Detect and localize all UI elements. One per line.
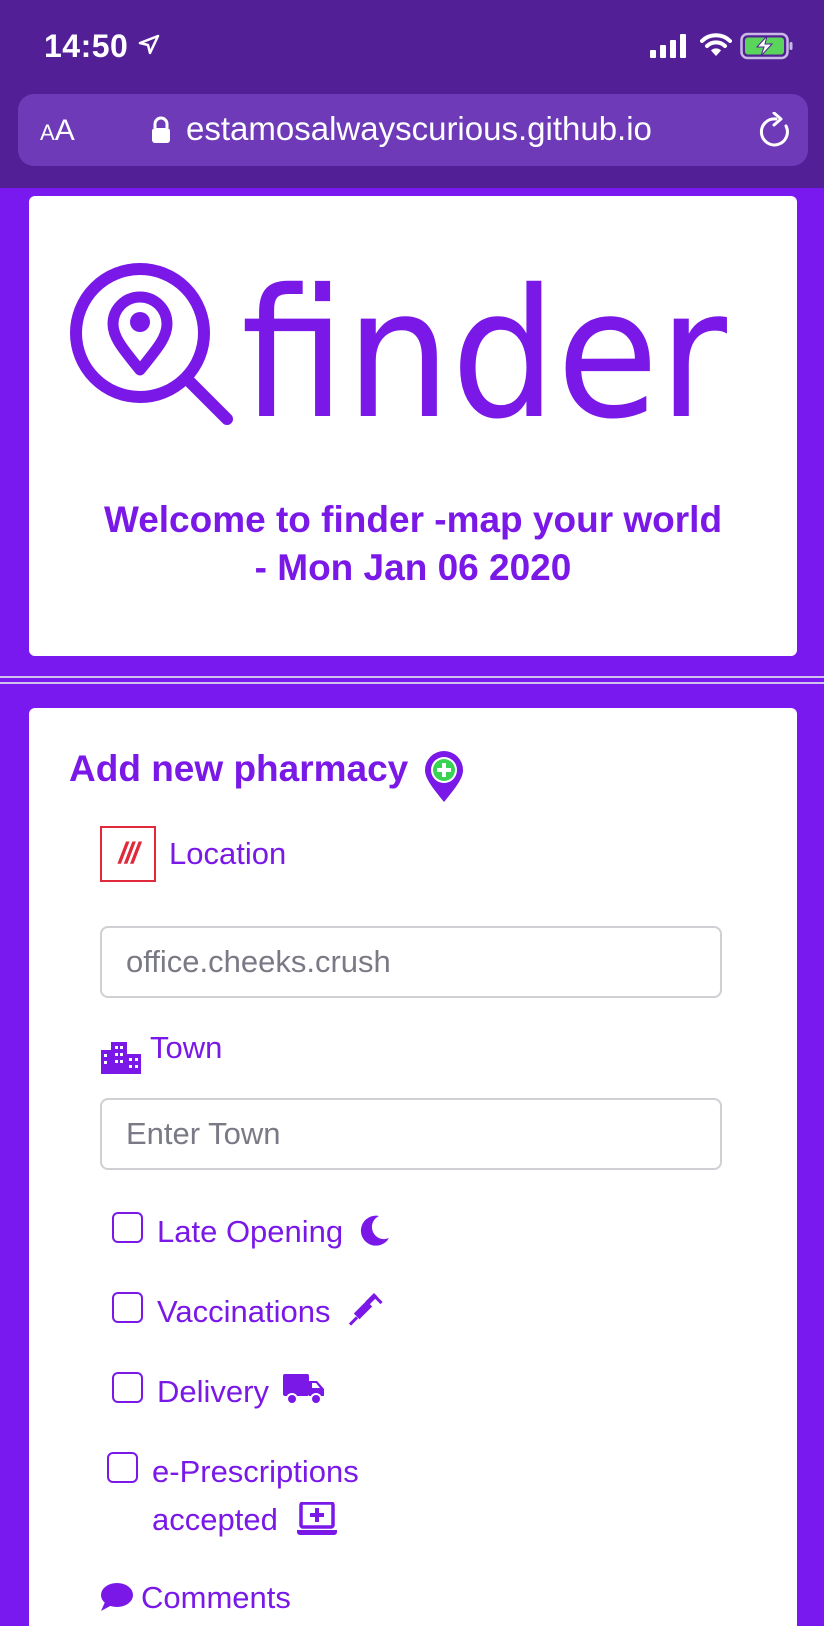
header-card: finder Welcome to finder -map your world…: [29, 196, 797, 656]
truck-icon: [283, 1374, 324, 1405]
town-label: Town: [150, 1030, 223, 1065]
form-title: Add new pharmacy: [69, 748, 409, 789]
welcome-line-2: - Mon Jan 06 2020: [254, 547, 572, 588]
address-bar[interactable]: AA estamosalwayscurious.github.io: [18, 94, 808, 166]
svg-text:finder: finder: [241, 262, 728, 442]
finder-logo: finder: [70, 262, 728, 442]
add-location-pin-icon: [425, 751, 463, 802]
comments-label: Comments: [141, 1580, 291, 1615]
e-prescriptions-label-line1: e-Prescriptions: [152, 1454, 359, 1489]
location-input[interactable]: [100, 926, 722, 998]
delivery-label: Delivery: [157, 1374, 269, 1409]
late-opening-checkbox[interactable]: [112, 1212, 143, 1243]
moon-icon: [360, 1215, 389, 1246]
comment-icon: [101, 1583, 133, 1611]
location-magnifier-icon: [70, 263, 233, 425]
text-size-button[interactable]: AA: [40, 114, 75, 148]
vaccinations-label: Vaccinations: [157, 1294, 331, 1329]
reload-icon[interactable]: [758, 112, 794, 150]
status-bar: 14:50 AA estamosalwayscurious.github.io: [0, 0, 824, 188]
e-prescriptions-checkbox[interactable]: [107, 1452, 138, 1483]
cellular-signal-icon: [650, 34, 686, 58]
syringe-icon: [349, 1292, 383, 1326]
url-text: estamosalwayscurious.github.io: [186, 110, 652, 147]
section-divider: [0, 676, 824, 684]
location-label: Location: [169, 836, 287, 871]
status-time: 14:50: [44, 28, 129, 64]
medical-laptop-icon: [297, 1502, 337, 1535]
delivery-checkbox[interactable]: [112, 1372, 143, 1403]
what3words-logo: ///: [100, 826, 156, 882]
welcome-message: Welcome to finder -map your world - Mon …: [29, 496, 797, 592]
welcome-line-1: Welcome to finder -map your world: [103, 499, 723, 540]
location-arrow-icon: [138, 34, 160, 55]
add-pharmacy-card: Add new pharmacy /// Location Town Late …: [29, 708, 797, 1626]
late-opening-label: Late Opening: [157, 1214, 344, 1249]
battery-charging-icon: [740, 32, 793, 60]
lock-icon: [152, 116, 170, 143]
town-input[interactable]: [100, 1098, 722, 1170]
wifi-icon: [700, 33, 732, 56]
e-prescriptions-label-line2: accepted: [152, 1502, 278, 1537]
city-icon: [101, 1042, 141, 1074]
vaccinations-checkbox[interactable]: [112, 1292, 143, 1323]
